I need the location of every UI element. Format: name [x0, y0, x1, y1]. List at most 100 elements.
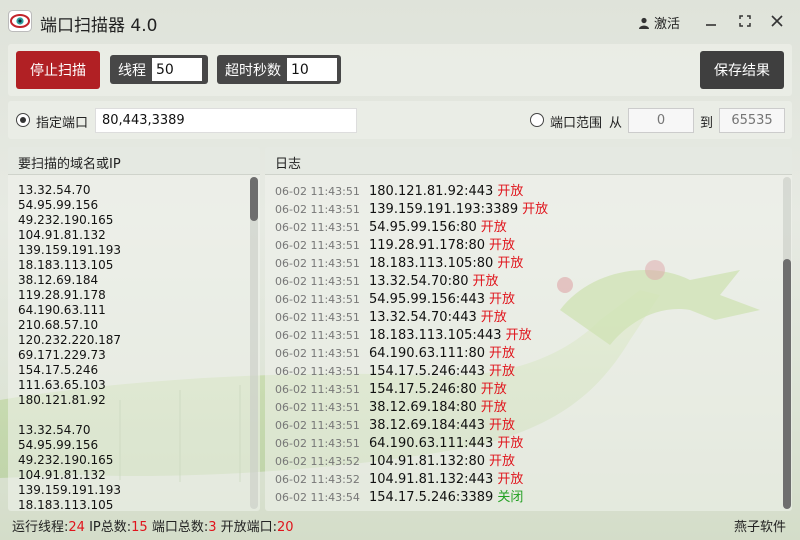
log-status: 开放	[489, 418, 516, 433]
log-host: 139.159.191.193:3389	[369, 202, 519, 217]
title-bar: 端口扫描器 4.0 激活	[0, 0, 800, 42]
port-scanner-window: 端口扫描器 4.0 激活 停止扫描 线程 超时秒数	[0, 0, 800, 540]
log-panel-header: 日志	[265, 147, 792, 175]
log-status: 开放	[480, 310, 507, 325]
log-time: 06-02 11:43:52	[275, 473, 360, 486]
host-line: 49.232.190.165	[18, 453, 114, 467]
log-time: 06-02 11:43:51	[275, 221, 360, 234]
host-line: 13.32.54.70	[18, 183, 91, 197]
log-scrollbar[interactable]	[783, 177, 791, 509]
host-line: 154.17.5.246	[18, 363, 99, 377]
log-time: 06-02 11:43:51	[275, 329, 360, 342]
log-row: 06-02 11:43:52 104.91.81.132:80 开放	[275, 450, 755, 469]
log-row: 06-02 11:43:51 154.17.5.246:80 开放	[275, 378, 755, 397]
ip-total-label: IP总数:	[89, 520, 132, 535]
log-time: 06-02 11:43:52	[275, 455, 360, 468]
timeout-group: 超时秒数	[217, 55, 341, 84]
log-host: 104.91.81.132:443	[369, 472, 494, 487]
host-line: 139.159.191.193	[18, 483, 122, 497]
log-host: 18.183.113.105:80	[369, 256, 494, 271]
log-status: 开放	[489, 346, 516, 361]
log-time: 06-02 11:43:51	[275, 437, 360, 450]
hosts-panel-title: 要扫描的域名或IP	[18, 157, 121, 172]
log-row: 06-02 11:43:51 54.95.99.156:443 开放	[275, 288, 755, 307]
hosts-textarea[interactable]: 13.32.54.70 54.95.99.156 49.232.190.165 104…	[18, 183, 248, 513]
log-status: 开放	[497, 184, 524, 199]
log-row: 06-02 11:43:51 64.190.63.111:80 开放	[275, 342, 755, 361]
range-to-input[interactable]	[719, 108, 785, 133]
log-status: 开放	[489, 292, 516, 307]
minimize-icon	[706, 24, 716, 26]
range-from-label: 从	[609, 116, 623, 131]
running-threads-value: 24	[68, 520, 85, 535]
log-row: 06-02 11:43:51 18.183.113.105:443 开放	[275, 324, 755, 343]
host-line: 139.159.191.193	[18, 243, 122, 257]
timeout-input[interactable]	[287, 58, 337, 81]
log-time: 06-02 11:43:51	[275, 347, 360, 360]
hosts-scroll-thumb[interactable]	[250, 177, 258, 221]
host-line: 120.232.220.187	[18, 333, 122, 347]
port-total-label: 端口总数:	[151, 520, 209, 535]
log-row: 06-02 11:43:51 13.32.54.70:80 开放	[275, 270, 755, 289]
log-time: 06-02 11:43:51	[275, 257, 360, 270]
log-scroll-thumb[interactable]	[783, 259, 791, 509]
status-bar: 运行线程:24 IP总数:15 端口总数:3 开放端口:20 燕子软件	[0, 513, 800, 540]
log-status: 开放	[489, 454, 516, 469]
threads-input[interactable]	[152, 58, 202, 81]
host-line: 49.232.190.165	[18, 213, 114, 227]
hosts-panel-header: 要扫描的域名或IP	[8, 147, 260, 175]
range-from-input[interactable]	[628, 108, 694, 133]
specified-ports-input[interactable]	[95, 108, 357, 133]
log-row: 06-02 11:43:51 18.183.113.105:80 开放	[275, 252, 755, 271]
host-line: 69.171.229.73	[18, 348, 106, 362]
log-time: 06-02 11:43:51	[275, 185, 360, 198]
log-time: 06-02 11:43:51	[275, 419, 360, 432]
toolbar: 停止扫描 线程 超时秒数 保存结果	[8, 44, 792, 96]
specified-ports-label: 指定端口	[36, 116, 89, 131]
host-line: 104.91.81.132	[18, 228, 106, 242]
host-line: 13.32.54.70	[18, 423, 91, 437]
log-status: 开放	[497, 472, 524, 487]
log-panel-title: 日志	[275, 157, 302, 172]
log-host: 154.17.5.246:443	[369, 364, 486, 379]
maximize-icon	[739, 15, 751, 27]
log-host: 64.190.63.111:443	[369, 436, 494, 451]
log-time: 06-02 11:43:51	[275, 311, 360, 324]
port-total-value: 3	[208, 520, 217, 535]
log-status: 开放	[489, 364, 516, 379]
running-threads-label: 运行线程:	[12, 520, 69, 535]
log-time: 06-02 11:43:51	[275, 203, 360, 216]
log-row: 06-02 11:43:51 38.12.69.184:443 开放	[275, 414, 755, 433]
host-line: 210.68.57.10	[18, 318, 99, 332]
host-line: 18.183.113.105	[18, 498, 114, 512]
minimize-button[interactable]	[700, 10, 722, 32]
specified-ports-radio[interactable]	[16, 113, 30, 127]
log-host: 54.95.99.156:80	[369, 220, 477, 235]
port-range-radio[interactable]	[530, 113, 544, 127]
log-host: 180.121.81.92:443	[369, 184, 494, 199]
close-button[interactable]	[766, 10, 788, 32]
save-results-button[interactable]: 保存结果	[700, 51, 784, 89]
port-range-label: 端口范围	[550, 116, 603, 131]
threads-group: 线程	[110, 55, 208, 84]
host-line: 111.63.65.103	[18, 378, 106, 392]
log-row: 06-02 11:43:51 154.17.5.246:443 开放	[275, 360, 755, 379]
hosts-scrollbar[interactable]	[250, 177, 258, 509]
ip-total-value: 15	[131, 520, 148, 535]
host-line: 64.190.63.111	[18, 303, 106, 317]
open-ports-label: 开放端口:	[220, 520, 278, 535]
log-status: 开放	[472, 274, 499, 289]
log-host: 154.17.5.246:3389	[369, 490, 494, 505]
host-line: 18.183.113.105	[18, 258, 114, 272]
brand-label: 燕子软件	[733, 520, 786, 535]
maximize-button[interactable]	[734, 10, 756, 32]
log-time: 06-02 11:43:51	[275, 365, 360, 378]
log-panel: 日志 06-02 11:43:51 180.121.81.92:443 开放 06-0…	[265, 147, 792, 511]
log-row: 06-02 11:43:51 180.121.81.92:443 开放	[275, 180, 755, 199]
log-time: 06-02 11:43:51	[275, 275, 360, 288]
stop-scan-button[interactable]: 停止扫描	[16, 51, 100, 89]
host-line: 180.121.81.92	[18, 393, 106, 407]
activate-button[interactable]: 激活	[638, 13, 680, 32]
log-status: 开放	[522, 202, 549, 217]
log-status: 开放	[480, 400, 507, 415]
